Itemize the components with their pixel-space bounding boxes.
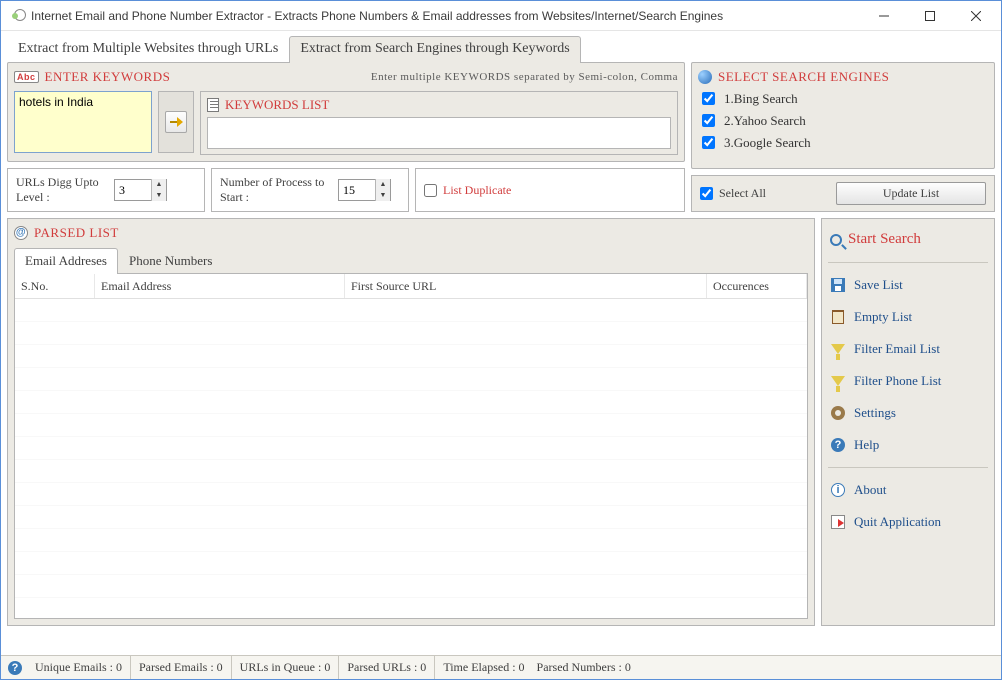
separator (828, 467, 988, 468)
grid-body (15, 298, 807, 618)
about-button[interactable]: i About (828, 476, 988, 504)
add-keyword-button[interactable] (165, 111, 187, 133)
col-occurrences[interactable]: Occurences (707, 274, 807, 298)
main-tabs: Extract from Multiple Websites through U… (7, 35, 995, 62)
digg-level-label: URLs Digg Upto Level : (16, 175, 106, 205)
grid-header: S.No. Email Address First Source URL Occ… (15, 274, 807, 298)
quit-icon (831, 515, 845, 529)
engine-google[interactable]: 3.Google Search (698, 133, 988, 152)
tab-extract-keywords[interactable]: Extract from Search Engines through Keyw… (289, 36, 580, 63)
empty-list-button[interactable]: Empty List (828, 303, 988, 331)
process-count-label: Number of Process to Start : (220, 175, 330, 205)
col-email[interactable]: Email Address (95, 274, 345, 298)
keywords-hint: Enter multiple KEYWORDS separated by Sem… (371, 71, 678, 83)
quit-button[interactable]: Quit Application (828, 508, 988, 536)
titlebar: Internet Email and Phone Number Extracto… (1, 1, 1001, 31)
tab-extract-urls[interactable]: Extract from Multiple Websites through U… (7, 36, 289, 63)
engine-bing[interactable]: 1.Bing Search (698, 89, 988, 108)
status-parsed-numbers: Parsed Numbers : 0 (533, 656, 639, 679)
window-title: Internet Email and Phone Number Extracto… (31, 9, 723, 23)
filter-email-button[interactable]: Filter Email List (828, 335, 988, 363)
parsed-list-group: @ PARSED LIST Email Addreses Phone Numbe… (7, 218, 815, 626)
col-source-url[interactable]: First Source URL (345, 274, 707, 298)
list-icon (207, 98, 219, 112)
filter-phone-button[interactable]: Filter Phone List (828, 367, 988, 395)
spin-up[interactable]: ▲ (376, 179, 390, 190)
digg-level-group: URLs Digg Upto Level : ▲▼ (7, 168, 205, 212)
keywords-title: Abc ENTER KEYWORDS Enter multiple KEYWOR… (14, 69, 678, 85)
status-parsed-urls: Parsed URLs : 0 (338, 656, 434, 679)
action-sidebar: Start Search Save List Empty List Filter… (821, 218, 995, 626)
spin-up[interactable]: ▲ (152, 179, 166, 190)
status-unique-emails: Unique Emails : 0 (27, 656, 130, 679)
trash-icon (832, 310, 844, 324)
search-icon (830, 234, 842, 246)
keywords-list-panel: KEYWORDS LIST (200, 91, 678, 155)
keywords-group: Abc ENTER KEYWORDS Enter multiple KEYWOR… (7, 62, 685, 162)
list-duplicate-checkbox[interactable]: List Duplicate (424, 183, 511, 198)
status-time-elapsed: Time Elapsed : 0 (434, 656, 532, 679)
abc-icon: Abc (14, 71, 39, 83)
process-count-input[interactable]: ▲▼ (338, 179, 391, 201)
status-bar: ? Unique Emails : 0 Parsed Emails : 0 UR… (1, 655, 1001, 679)
funnel-icon (831, 344, 845, 354)
app-icon (9, 8, 25, 24)
settings-button[interactable]: Settings (828, 399, 988, 427)
tab-email-addresses[interactable]: Email Addreses (14, 248, 118, 274)
spin-down[interactable]: ▼ (376, 190, 390, 201)
add-keyword-panel (158, 91, 194, 153)
save-icon (831, 278, 845, 292)
separator (828, 262, 988, 263)
minimize-button[interactable] (861, 1, 907, 31)
search-engines-list: 1.Bing Search 2.Yahoo Search 3.Google Se… (698, 89, 988, 152)
search-engines-footer: Select All Update List (691, 175, 995, 212)
engine-yahoo[interactable]: 2.Yahoo Search (698, 111, 988, 130)
gear-icon (831, 406, 845, 420)
tab-phone-numbers[interactable]: Phone Numbers (118, 248, 223, 274)
save-list-button[interactable]: Save List (828, 271, 988, 299)
results-grid[interactable]: S.No. Email Address First Source URL Occ… (14, 273, 808, 619)
keywords-list[interactable] (207, 117, 671, 149)
spin-down[interactable]: ▼ (152, 190, 166, 201)
globe-icon (698, 70, 712, 84)
close-button[interactable] (953, 1, 999, 31)
status-parsed-emails: Parsed Emails : 0 (130, 656, 231, 679)
info-icon: i (831, 483, 845, 497)
select-all-checkbox[interactable]: Select All (700, 186, 766, 201)
search-engines-group: SELECT SEARCH ENGINES 1.Bing Search 2.Ya… (691, 62, 995, 169)
maximize-button[interactable] (907, 1, 953, 31)
help-button[interactable]: ? Help (828, 431, 988, 459)
arrow-right-icon (169, 116, 183, 128)
col-sno[interactable]: S.No. (15, 274, 95, 298)
update-list-button[interactable]: Update List (836, 182, 986, 205)
status-urls-queue: URLs in Queue : 0 (231, 656, 339, 679)
keywords-input[interactable]: hotels in India (14, 91, 152, 153)
help-icon: ? (831, 438, 845, 452)
process-count-group: Number of Process to Start : ▲▼ (211, 168, 409, 212)
funnel-icon (831, 376, 845, 386)
help-icon[interactable]: ? (8, 661, 22, 675)
start-search-button[interactable]: Start Search (828, 227, 988, 254)
digg-level-input[interactable]: ▲▼ (114, 179, 167, 201)
at-icon: @ (14, 226, 28, 240)
list-duplicate-group: List Duplicate (415, 168, 685, 212)
